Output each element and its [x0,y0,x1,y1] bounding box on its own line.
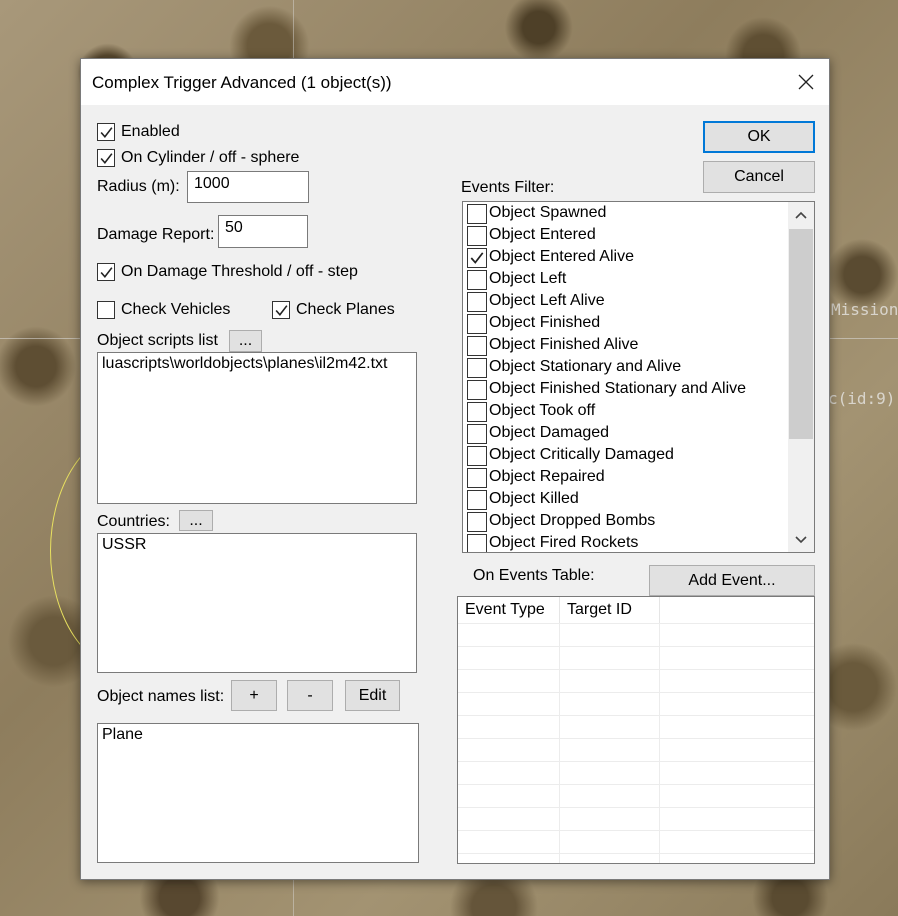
object-names-label: Object names list: [97,688,225,705]
title-bar: Complex Trigger Advanced (1 object(s)) [81,59,829,105]
event-label: Object Left Alive [489,292,605,309]
close-icon [798,74,814,90]
event-checkbox[interactable] [467,292,487,312]
countries-list[interactable]: USSR [97,533,417,673]
on-events-table-label: On Events Table: [473,567,595,584]
object-names-edit-button[interactable]: Edit [345,680,400,711]
enabled-checkbox[interactable] [97,123,115,141]
events-filter-scrollbar[interactable] [788,202,814,552]
checkmark-icon [100,153,113,165]
grid-line [458,807,814,808]
event-label: Object Repaired [489,468,605,485]
event-label: Object Stationary and Alive [489,358,682,375]
grid-line [458,646,814,647]
events-filter-label: Events Filter: [461,179,555,196]
list-item[interactable]: USSR [102,536,412,554]
object-scripts-label: Object scripts list [97,332,218,349]
checkmark-icon [470,252,484,264]
event-checkbox[interactable] [467,468,487,488]
event-checkbox[interactable] [467,446,487,466]
event-checkbox[interactable] [467,226,487,246]
event-label: Object Fired Rockets [489,534,639,551]
event-checkbox[interactable] [467,314,487,334]
event-label: Object Finished Stationary and Alive [489,380,747,397]
event-label: Object Spawned [489,204,607,221]
map-label-mission: Mission [831,300,898,319]
object-names-remove-button[interactable]: - [287,680,333,711]
radius-label: Radius (m): [97,178,180,195]
event-label: Object Dropped Bombs [489,512,656,529]
list-item[interactable]: Plane [102,726,414,744]
event-checkbox[interactable] [467,204,487,224]
checkmark-icon [100,127,113,139]
on-cylinder-checkbox[interactable] [97,149,115,167]
event-label: Object Killed [489,490,579,507]
event-checkbox[interactable] [467,270,487,290]
countries-label: Countries: [97,513,170,530]
checkmark-icon [100,267,113,279]
check-planes-checkbox[interactable] [272,301,290,319]
grid-line [659,623,660,863]
event-checkbox[interactable] [467,336,487,356]
scroll-thumb[interactable] [789,229,813,439]
event-label: Object Entered Alive [489,248,634,265]
complex-trigger-dialog: Complex Trigger Advanced (1 object(s)) E… [80,58,830,880]
radius-input[interactable]: 1000 [187,171,309,203]
on-events-table[interactable]: Event Type Target ID [457,596,815,864]
add-event-button[interactable]: Add Event... [649,565,815,596]
cancel-button[interactable]: Cancel [703,161,815,193]
grid-line [458,853,814,854]
event-checkbox[interactable] [467,380,487,400]
check-vehicles-label: Check Vehicles [121,301,231,318]
event-checkbox[interactable] [467,424,487,444]
checkmark-icon [275,305,288,317]
object-scripts-browse-button[interactable]: ... [229,330,262,352]
on-cylinder-label: On Cylinder / off - sphere [121,149,300,166]
event-checkbox[interactable] [467,402,487,422]
check-vehicles-checkbox[interactable] [97,301,115,319]
list-item[interactable]: luascripts\worldobjects\planes\il2m42.tx… [102,355,412,373]
event-label: Object Left [489,270,567,287]
events-filter-list[interactable]: Object Spawned Object Entered Object Ent… [462,201,815,553]
column-header-event-type[interactable]: Event Type [458,597,560,623]
event-label: Object Finished [489,314,601,331]
grid-line [458,738,814,739]
event-checkbox[interactable] [467,534,487,552]
grid-line [458,761,814,762]
scroll-down-icon[interactable] [794,535,808,545]
grid-line [559,623,560,863]
grid-line [458,669,814,670]
grid-line [458,715,814,716]
event-checkbox[interactable] [467,512,487,532]
object-scripts-list[interactable]: luascripts\worldobjects\planes\il2m42.tx… [97,352,417,504]
event-label: Object Critically Damaged [489,446,674,463]
grid-line [458,623,814,624]
close-button[interactable] [783,59,829,105]
object-names-list[interactable]: Plane [97,723,419,863]
grid-line [458,784,814,785]
scroll-up-icon[interactable] [794,210,808,220]
grid-line [458,830,814,831]
damage-report-input[interactable]: 50 [218,215,308,248]
map-label-id: c(id:9) [828,389,896,408]
check-planes-label: Check Planes [296,301,395,318]
dialog-title: Complex Trigger Advanced (1 object(s)) [92,73,392,92]
event-label: Object Entered [489,226,596,243]
on-damage-threshold-label: On Damage Threshold / off - step [121,263,358,280]
event-checkbox[interactable] [467,358,487,378]
event-label: Object Finished Alive [489,336,639,353]
countries-browse-button[interactable]: ... [179,510,213,531]
ok-button[interactable]: OK [703,121,815,153]
on-damage-threshold-checkbox[interactable] [97,263,115,281]
grid-line [458,692,814,693]
event-label: Object Damaged [489,424,610,441]
event-checkbox[interactable] [467,248,487,268]
event-label: Object Took off [489,402,596,419]
column-header-target-id[interactable]: Target ID [560,597,660,623]
damage-report-label: Damage Report: [97,226,215,243]
event-checkbox[interactable] [467,490,487,510]
enabled-label: Enabled [121,123,180,140]
object-names-add-button[interactable]: + [231,680,277,711]
